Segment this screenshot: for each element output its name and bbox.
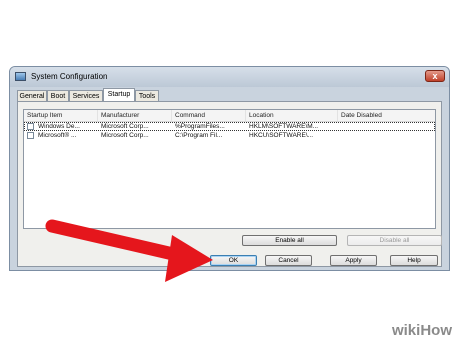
watermark-suffix: How <box>420 322 452 339</box>
arrow-shaft <box>45 219 193 264</box>
watermark-prefix: wiki <box>391 322 421 339</box>
arrow-head <box>165 235 213 282</box>
tab-startup[interactable]: Startup <box>103 88 135 101</box>
red-pointer-arrow-icon <box>45 219 213 282</box>
wikihow-watermark: wikiHow <box>392 322 452 339</box>
